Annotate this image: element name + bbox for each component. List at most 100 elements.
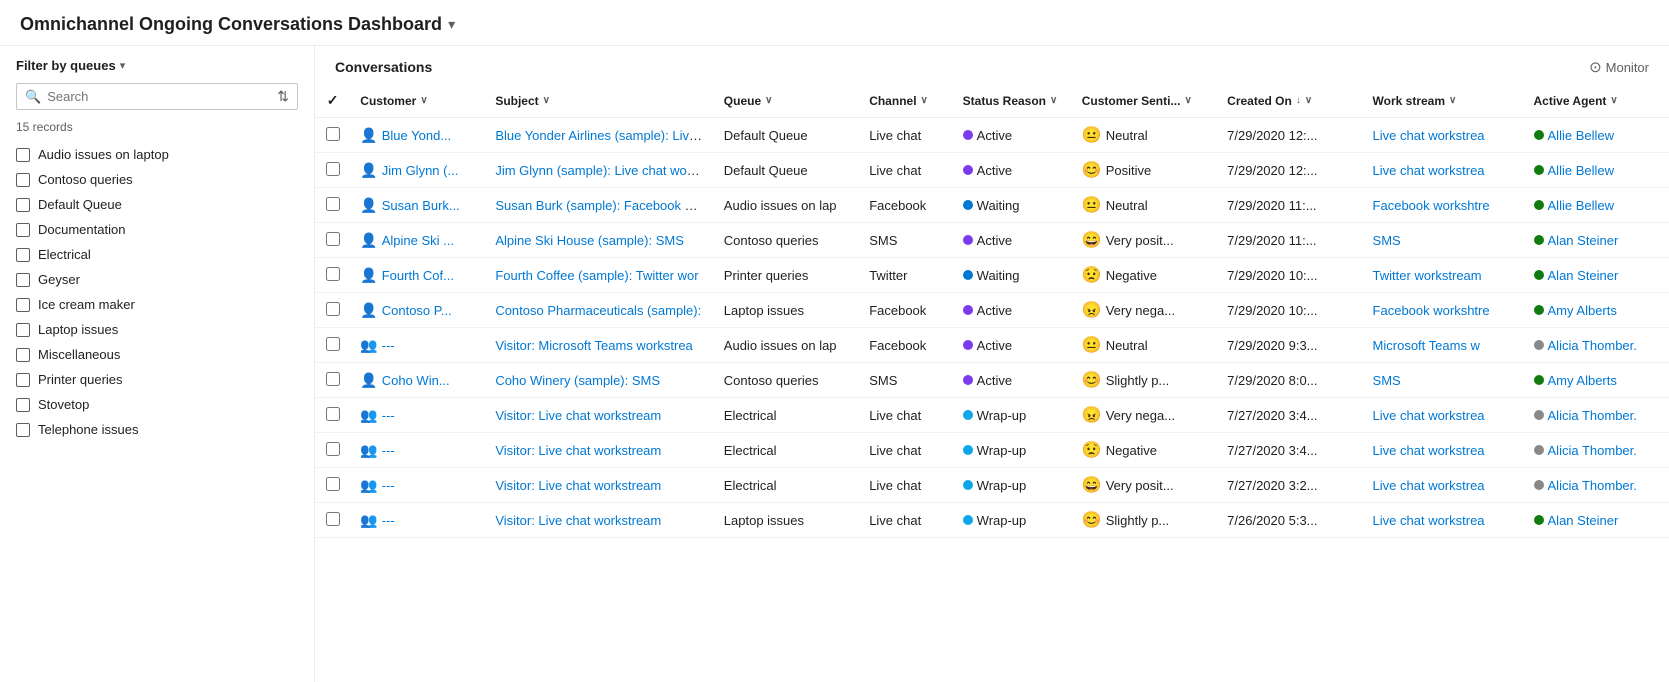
workstream-link[interactable]: SMS [1373, 233, 1401, 248]
table-row[interactable]: 👤 Contoso P... Contoso Pharmaceuticals (… [315, 293, 1669, 328]
subject-link[interactable]: Visitor: Live chat workstream [495, 408, 661, 423]
customer-link[interactable]: 👤 Alpine Ski ... [360, 232, 475, 249]
queue-checkbox[interactable] [16, 248, 30, 262]
subject-link[interactable]: Alpine Ski House (sample): SMS [495, 233, 684, 248]
agent-link[interactable]: Alicia Thomber. [1548, 338, 1637, 353]
subject-link[interactable]: Visitor: Live chat workstream [495, 478, 661, 493]
row-checkbox[interactable] [326, 372, 340, 386]
row-checkbox[interactable] [326, 512, 340, 526]
workstream-link[interactable]: Microsoft Teams w [1373, 338, 1480, 353]
subject-link[interactable]: Coho Winery (sample): SMS [495, 373, 660, 388]
customer-link[interactable]: 👥 --- [360, 337, 475, 354]
row-checkbox[interactable] [326, 267, 340, 281]
subject-link[interactable]: Visitor: Live chat workstream [495, 513, 661, 528]
row-checkbox-cell[interactable] [315, 293, 350, 328]
queue-item[interactable]: Audio issues on laptop [16, 142, 298, 167]
monitor-button[interactable]: ⊙ Monitor [1589, 58, 1649, 76]
agent-link[interactable]: Alan Steiner [1548, 513, 1619, 528]
table-row[interactable]: 👥 --- Visitor: Live chat workstream Elec… [315, 398, 1669, 433]
workstream-link[interactable]: Live chat workstrea [1373, 408, 1485, 423]
table-row[interactable]: 👤 Alpine Ski ... Alpine Ski House (sampl… [315, 223, 1669, 258]
th-subject[interactable]: Subject∨ [485, 84, 713, 118]
workstream-link[interactable]: SMS [1373, 373, 1401, 388]
table-row[interactable]: 👤 Coho Win... Coho Winery (sample): SMS … [315, 363, 1669, 398]
row-checkbox-cell[interactable] [315, 503, 350, 538]
sort-button[interactable]: ⇅ [277, 88, 289, 105]
row-checkbox-cell[interactable] [315, 433, 350, 468]
queue-checkbox[interactable] [16, 273, 30, 287]
table-row[interactable]: 👥 --- Visitor: Microsoft Teams workstrea… [315, 328, 1669, 363]
workstream-link[interactable]: Live chat workstrea [1373, 443, 1485, 458]
th-active-agent[interactable]: Active Agent∨ [1524, 84, 1669, 118]
filter-chevron-icon[interactable]: ▾ [120, 59, 126, 72]
subject-link[interactable]: Visitor: Microsoft Teams workstrea [495, 338, 692, 353]
subject-link[interactable]: Visitor: Live chat workstream [495, 443, 661, 458]
workstream-link[interactable]: Live chat workstrea [1373, 128, 1485, 143]
queue-item[interactable]: Documentation [16, 217, 298, 242]
table-row[interactable]: 👤 Jim Glynn (... Jim Glynn (sample): Liv… [315, 153, 1669, 188]
queue-item[interactable]: Telephone issues [16, 417, 298, 442]
agent-link[interactable]: Allie Bellew [1548, 198, 1614, 213]
customer-link[interactable]: 👤 Coho Win... [360, 372, 475, 389]
queue-item[interactable]: Contoso queries [16, 167, 298, 192]
agent-link[interactable]: Allie Bellew [1548, 128, 1614, 143]
subject-link[interactable]: Blue Yonder Airlines (sample): Live c [495, 128, 706, 143]
row-checkbox[interactable] [326, 197, 340, 211]
queue-item[interactable]: Geyser [16, 267, 298, 292]
agent-link[interactable]: Alan Steiner [1548, 268, 1619, 283]
queue-checkbox[interactable] [16, 348, 30, 362]
workstream-link[interactable]: Twitter workstream [1373, 268, 1482, 283]
queue-item[interactable]: Electrical [16, 242, 298, 267]
workstream-link[interactable]: Live chat workstrea [1373, 513, 1485, 528]
workstream-link[interactable]: Live chat workstrea [1373, 163, 1485, 178]
customer-link[interactable]: 👥 --- [360, 442, 475, 459]
row-checkbox[interactable] [326, 337, 340, 351]
subject-link[interactable]: Contoso Pharmaceuticals (sample): [495, 303, 701, 318]
subject-link[interactable]: Fourth Coffee (sample): Twitter wor [495, 268, 698, 283]
title-chevron-icon[interactable]: ▾ [448, 16, 455, 33]
queue-item[interactable]: Stovetop [16, 392, 298, 417]
agent-link[interactable]: Amy Alberts [1548, 303, 1617, 318]
queue-checkbox[interactable] [16, 398, 30, 412]
table-row[interactable]: 👥 --- Visitor: Live chat workstream Elec… [315, 433, 1669, 468]
customer-link[interactable]: 👤 Jim Glynn (... [360, 162, 475, 179]
customer-link[interactable]: 👤 Contoso P... [360, 302, 475, 319]
workstream-link[interactable]: Facebook workshtre [1373, 303, 1490, 318]
th-sentiment[interactable]: Customer Senti...∨ [1072, 84, 1217, 118]
row-checkbox[interactable] [326, 302, 340, 316]
row-checkbox[interactable] [326, 407, 340, 421]
table-row[interactable]: 👤 Fourth Cof... Fourth Coffee (sample): … [315, 258, 1669, 293]
workstream-link[interactable]: Live chat workstrea [1373, 478, 1485, 493]
row-checkbox-cell[interactable] [315, 468, 350, 503]
row-checkbox[interactable] [326, 232, 340, 246]
subject-link[interactable]: Jim Glynn (sample): Live chat works [495, 163, 704, 178]
table-row[interactable]: 👥 --- Visitor: Live chat workstream Elec… [315, 468, 1669, 503]
customer-link[interactable]: 👥 --- [360, 477, 475, 494]
th-queue[interactable]: Queue∨ [714, 84, 859, 118]
queue-item[interactable]: Default Queue [16, 192, 298, 217]
workstream-link[interactable]: Facebook workshtre [1373, 198, 1490, 213]
row-checkbox[interactable] [326, 477, 340, 491]
subject-link[interactable]: Susan Burk (sample): Facebook wor [495, 198, 705, 213]
queue-item[interactable]: Miscellaneous [16, 342, 298, 367]
customer-link[interactable]: 👤 Fourth Cof... [360, 267, 475, 284]
search-input[interactable] [47, 89, 273, 104]
row-checkbox-cell[interactable] [315, 223, 350, 258]
queue-checkbox[interactable] [16, 373, 30, 387]
queue-checkbox[interactable] [16, 148, 30, 162]
queue-item[interactable]: Laptop issues [16, 317, 298, 342]
row-checkbox-cell[interactable] [315, 153, 350, 188]
row-checkbox-cell[interactable] [315, 398, 350, 433]
customer-link[interactable]: 👥 --- [360, 512, 475, 529]
row-checkbox-cell[interactable] [315, 188, 350, 223]
agent-link[interactable]: Amy Alberts [1548, 373, 1617, 388]
table-row[interactable]: 👤 Susan Burk... Susan Burk (sample): Fac… [315, 188, 1669, 223]
agent-link[interactable]: Allie Bellew [1548, 163, 1614, 178]
row-checkbox-cell[interactable] [315, 328, 350, 363]
agent-link[interactable]: Alan Steiner [1548, 233, 1619, 248]
agent-link[interactable]: Alicia Thomber. [1548, 443, 1637, 458]
th-work-stream[interactable]: Work stream∨ [1363, 84, 1524, 118]
row-checkbox[interactable] [326, 442, 340, 456]
row-checkbox-cell[interactable] [315, 118, 350, 153]
row-checkbox[interactable] [326, 127, 340, 141]
